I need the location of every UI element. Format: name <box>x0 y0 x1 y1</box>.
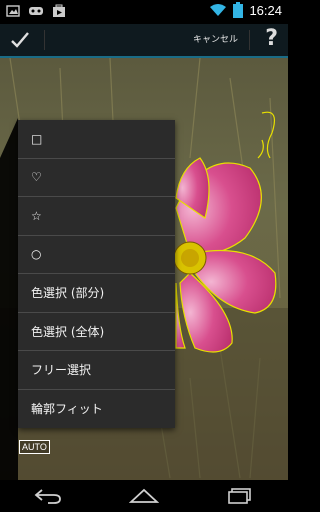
action-divider <box>44 30 45 50</box>
action-bar: キャンセル ? <box>0 24 288 58</box>
home-button[interactable] <box>124 482 164 510</box>
confirm-button[interactable] <box>6 26 34 54</box>
recent-apps-button[interactable] <box>220 482 260 510</box>
menu-item-heart[interactable]: ♡ <box>18 159 175 197</box>
gamepad-icon <box>29 7 43 15</box>
status-time: 16:24 <box>249 2 282 18</box>
battery-icon <box>233 2 244 18</box>
status-right-icons: 16:24 <box>209 2 282 18</box>
menu-item-free-select[interactable]: フリー選択 <box>18 351 175 390</box>
status-left-icons <box>6 4 66 18</box>
status-bar: 16:24 <box>0 0 288 24</box>
menu-item-color-select-all[interactable]: 色選択 (全体) <box>18 313 175 351</box>
menu-item-color-select-partial[interactable]: 色選択 (部分) <box>18 274 175 313</box>
action-divider-2 <box>249 30 250 50</box>
menu-item-star[interactable]: ☆ <box>18 197 175 236</box>
image-icon <box>6 5 20 17</box>
back-button[interactable] <box>28 482 68 510</box>
menu-item-contour-fit[interactable]: 輪郭フィット <box>18 390 175 429</box>
cancel-button[interactable]: キャンセル <box>193 32 238 45</box>
check-icon <box>11 32 29 48</box>
help-button[interactable]: ? <box>265 26 278 51</box>
back-icon <box>34 489 61 504</box>
wifi-icon <box>210 4 227 16</box>
shape-menu: □ ♡ ☆ ○ 色選択 (部分) 色選択 (全体) フリー選択 輪郭フィット <box>18 120 175 428</box>
recent-apps-icon <box>228 488 251 504</box>
play-store-icon <box>53 4 65 17</box>
home-icon <box>129 488 159 503</box>
menu-item-rectangle[interactable]: □ <box>18 120 175 159</box>
menu-item-circle[interactable]: ○ <box>18 236 175 274</box>
navigation-bar <box>0 480 288 512</box>
auto-badge[interactable]: AUTO <box>19 440 50 454</box>
